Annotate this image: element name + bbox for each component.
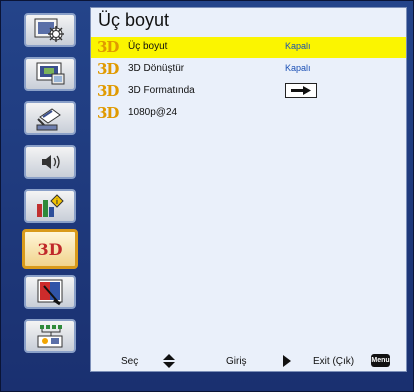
select-hint-label: Seç	[121, 356, 139, 367]
lamp-settings-icon	[37, 279, 63, 306]
network-icon	[37, 325, 63, 348]
right-triangle-icon	[283, 355, 291, 367]
row-value[interactable]: Kapalı	[285, 41, 311, 51]
row-label: 1080p@24	[128, 107, 178, 118]
menu-key-icon: Menu	[371, 354, 390, 367]
3d-badge-icon: 3D	[97, 60, 119, 78]
sidebar-item-lamp[interactable]	[24, 275, 76, 309]
right-arrow-icon	[291, 86, 311, 95]
menu-row-3d-mode[interactable]: 3D Üç boyut Kapalı	[91, 37, 406, 58]
3d-icon: 3D	[37, 239, 63, 259]
setup-icon	[36, 108, 61, 131]
menu-row-3d-convert[interactable]: 3D 3D Dönüştür Kapalı	[91, 59, 406, 80]
menu-row-1080p24[interactable]: 3D 1080p@24	[91, 103, 406, 124]
sidebar-item-3d[interactable]: 3D	[22, 229, 78, 269]
sidebar-item-display[interactable]	[24, 57, 76, 91]
menu-panel: Üç boyut 3D Üç boyut Kapalı 3D 3D Dönüşt…	[90, 7, 407, 372]
osd-frame: i 3D Üç boyut 3D Üç boyut Kapalı 3D 3D D…	[0, 0, 414, 392]
footer-hints: Seç Giriş Exit (Çık) Menu	[91, 353, 406, 371]
3d-badge-icon: 3D	[97, 82, 119, 100]
page-title: Üç boyut	[98, 10, 170, 30]
exit-hint-label: Exit (Çık)	[313, 356, 355, 367]
image-settings-icon	[34, 18, 64, 42]
options-icon: i	[37, 194, 64, 217]
sidebar-item-volume[interactable]	[24, 145, 76, 179]
up-down-arrow-icon	[163, 354, 175, 368]
sidebar-item-image[interactable]	[24, 13, 76, 47]
volume-icon	[42, 155, 60, 169]
sidebar-item-options[interactable]: i	[24, 189, 76, 223]
3d-badge-icon: 3D	[97, 104, 119, 122]
sidebar-item-setup[interactable]	[24, 101, 76, 135]
row-label: 3D Formatında	[128, 85, 195, 96]
3d-badge-icon: 3D	[97, 38, 119, 56]
enter-hint-label: Giriş	[226, 356, 247, 367]
row-label: Üç boyut	[128, 41, 168, 52]
row-label: 3D Dönüştür	[128, 63, 185, 74]
display-settings-icon	[36, 62, 65, 85]
format-value-box[interactable]	[285, 83, 317, 98]
row-value[interactable]: Kapalı	[285, 63, 311, 73]
svg-text:i: i	[56, 199, 58, 206]
sidebar-item-network[interactable]	[24, 319, 76, 353]
sidebar: i 3D	[13, 5, 87, 371]
menu-row-3d-format[interactable]: 3D 3D Formatında	[91, 81, 406, 102]
